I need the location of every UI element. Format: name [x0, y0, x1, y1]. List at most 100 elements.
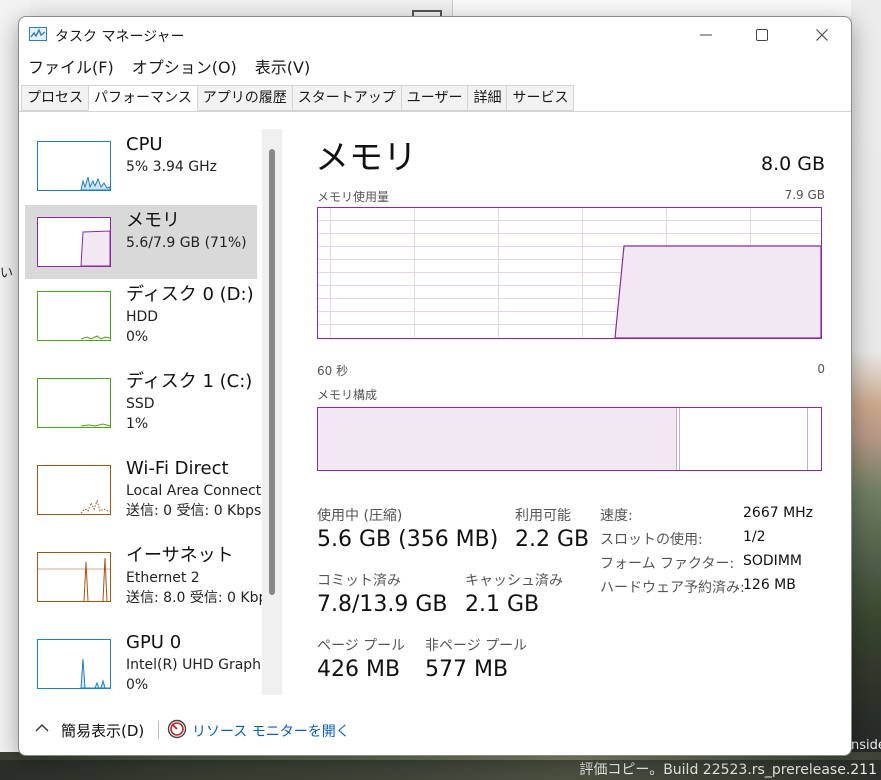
sidebar-item-detail: Local Area Connecti... — [126, 483, 279, 499]
fewer-details-button[interactable]: 簡易表示(D) — [61, 720, 144, 741]
composition-graph-label: メモリ構成 — [317, 388, 378, 402]
tab-details[interactable]: 詳細 — [467, 85, 508, 111]
tab-processes[interactable]: プロセス — [21, 85, 89, 111]
sidebar-item-detail: 5% 3.94 GHz — [126, 159, 218, 175]
sidebar-item-title: Wi-Fi Direct — [126, 458, 229, 479]
memory-detail-panel: メモリ 8.0 GB メモリ使用量 7.9 GB 60 秒 0 メモリ構成 使用… — [315, 127, 825, 697]
paged-pool-value: 426 MB — [317, 657, 401, 682]
minimize-button[interactable] — [677, 17, 735, 53]
available-value: 2.2 GB — [515, 527, 590, 552]
sidebar-item-title: ディスク 1 (C:) — [126, 371, 253, 392]
graph-time-end: 0 — [817, 362, 825, 376]
sidebar-item-gpu-0[interactable]: GPU 0 Intel(R) UHD Graphics 0% — [25, 627, 280, 697]
network-graph-icon — [37, 465, 111, 515]
slots-label: スロットの使用: — [600, 532, 703, 548]
task-manager-window: タスク マネージャー ファイル(F) オプション(O) 表示(V) プロセス パ… — [18, 16, 852, 756]
performance-sidebar: CPU 5% 3.94 GHz メモリ 5.6/7.9 GB (71%) ディス… — [19, 127, 281, 697]
sidebar-item-title: イーサネット — [126, 545, 234, 566]
sidebar-item-cpu[interactable]: CPU 5% 3.94 GHz — [25, 129, 257, 203]
committed-label: コミット済み — [317, 573, 401, 589]
sidebar-item-detail: 0% — [126, 329, 149, 345]
usage-graph-label: メモリ使用量 — [317, 190, 390, 204]
title-bar[interactable]: タスク マネージャー — [19, 17, 851, 53]
menu-file[interactable]: ファイル(F) — [19, 55, 123, 81]
sidebar-item-wifi-direct[interactable]: Wi-Fi Direct Local Area Connecti... 送信: … — [25, 453, 279, 527]
page-title: メモリ — [315, 138, 417, 178]
usage-graph-max: 7.9 GB — [784, 188, 825, 202]
sidebar-item-detail: Intel(R) UHD Graphics — [126, 657, 280, 673]
footer-divider — [158, 721, 159, 739]
tab-users[interactable]: ユーザー — [400, 85, 469, 111]
memory-composition-graph — [317, 407, 822, 471]
tab-app-history[interactable]: アプリの履歴 — [196, 85, 293, 111]
hardware-reserved-label: ハードウェア予約済み: — [600, 580, 745, 596]
open-resource-monitor-link[interactable]: リソース モニターを開く — [192, 721, 350, 741]
sidebar-scrollbar-thumb[interactable] — [269, 149, 275, 595]
footer-bar: 簡易表示(D) リソース モニターを開く — [19, 713, 851, 747]
slots-value: 1/2 — [743, 529, 766, 545]
tab-startup[interactable]: スタートアップ — [291, 85, 402, 111]
sidebar-item-disk-1[interactable]: ディスク 1 (C:) SSD 1% — [25, 366, 257, 440]
cpu-graph-icon — [37, 141, 111, 191]
tab-strip: プロセス パフォーマンス アプリの履歴 スタートアップ ユーザー 詳細 サービス — [21, 85, 575, 111]
disk-graph-icon — [37, 291, 111, 341]
sidebar-item-detail: 送信: 8.0 受信: 0 Kbps — [126, 590, 275, 606]
resource-monitor-icon — [167, 719, 187, 739]
sidebar-item-detail: HDD — [126, 309, 159, 325]
maximize-icon — [756, 29, 768, 41]
sidebar-item-title: メモリ — [126, 210, 180, 231]
tab-performance[interactable]: パフォーマンス — [88, 85, 198, 111]
minimize-icon — [700, 34, 712, 36]
sidebar-item-detail: 0% — [126, 677, 149, 693]
menu-view[interactable]: 表示(V) — [246, 55, 319, 81]
memory-graph-icon — [37, 217, 111, 267]
sidebar-item-disk-0[interactable]: ディスク 0 (D:) HDD 0% — [25, 279, 257, 353]
build-watermark: 評価コピー。Build 22523.rs_prerelease.211 — [579, 762, 877, 778]
speed-label: 速度: — [600, 508, 633, 524]
tab-services[interactable]: サービス — [506, 85, 575, 111]
sidebar-item-memory[interactable]: メモリ 5.6/7.9 GB (71%) — [25, 205, 257, 279]
chevron-up-icon[interactable] — [35, 723, 49, 733]
tab-divider — [19, 111, 851, 112]
memory-usage-area — [614, 245, 822, 339]
sidebar-item-title: ディスク 0 (D:) — [126, 284, 254, 305]
form-factor-label: フォーム ファクター: — [600, 556, 735, 572]
maximize-button[interactable] — [733, 17, 791, 53]
paged-pool-label: ページ プール — [317, 638, 406, 654]
sidebar-item-ethernet[interactable]: イーサネット Ethernet 2 送信: 8.0 受信: 0 Kbps — [25, 540, 275, 614]
task-manager-app-icon — [29, 27, 47, 41]
sidebar-item-detail: 5.6/7.9 GB (71%) — [126, 235, 247, 251]
in-use-label: 使用中 (圧縮) — [317, 508, 403, 524]
sidebar-item-detail: Ethernet 2 — [126, 570, 200, 586]
cached-value: 2.1 GB — [465, 592, 540, 617]
cached-label: キャッシュ済み — [465, 573, 563, 589]
menu-bar: ファイル(F) オプション(O) 表示(V) — [19, 55, 319, 81]
form-factor-value: SODIMM — [743, 553, 802, 569]
nonpaged-pool-value: 577 MB — [425, 657, 509, 682]
memory-usage-graph — [317, 207, 822, 339]
sidebar-item-detail: 送信: 0 受信: 0 Kbps — [126, 503, 262, 519]
window-title: タスク マネージャー — [55, 29, 185, 45]
memory-total: 8.0 GB — [760, 153, 825, 175]
speed-value: 2667 MHz — [743, 505, 814, 521]
sidebar-item-detail: 1% — [126, 416, 149, 432]
background-text: い — [0, 266, 14, 281]
sidebar-item-title: GPU 0 — [126, 632, 182, 653]
gpu-graph-icon — [37, 639, 111, 689]
insider-watermark: nside — [851, 738, 881, 753]
available-label: 利用可能 — [515, 508, 571, 524]
sidebar-item-detail: SSD — [126, 396, 155, 412]
disk-graph-icon — [37, 378, 111, 428]
network-graph-icon — [37, 552, 111, 602]
desktop-wallpaper-right — [850, 0, 881, 780]
hardware-reserved-value: 126 MB — [743, 577, 796, 593]
nonpaged-pool-label: 非ページ プール — [425, 638, 528, 654]
sidebar-item-title: CPU — [126, 134, 163, 155]
close-icon — [816, 29, 828, 41]
committed-value: 7.8/13.9 GB — [317, 592, 448, 617]
close-button[interactable] — [793, 17, 851, 53]
menu-options[interactable]: オプション(O) — [123, 55, 246, 81]
background-window — [452, 0, 851, 16]
graph-time-start: 60 秒 — [317, 364, 349, 378]
in-use-value: 5.6 GB (356 MB) — [317, 527, 499, 552]
